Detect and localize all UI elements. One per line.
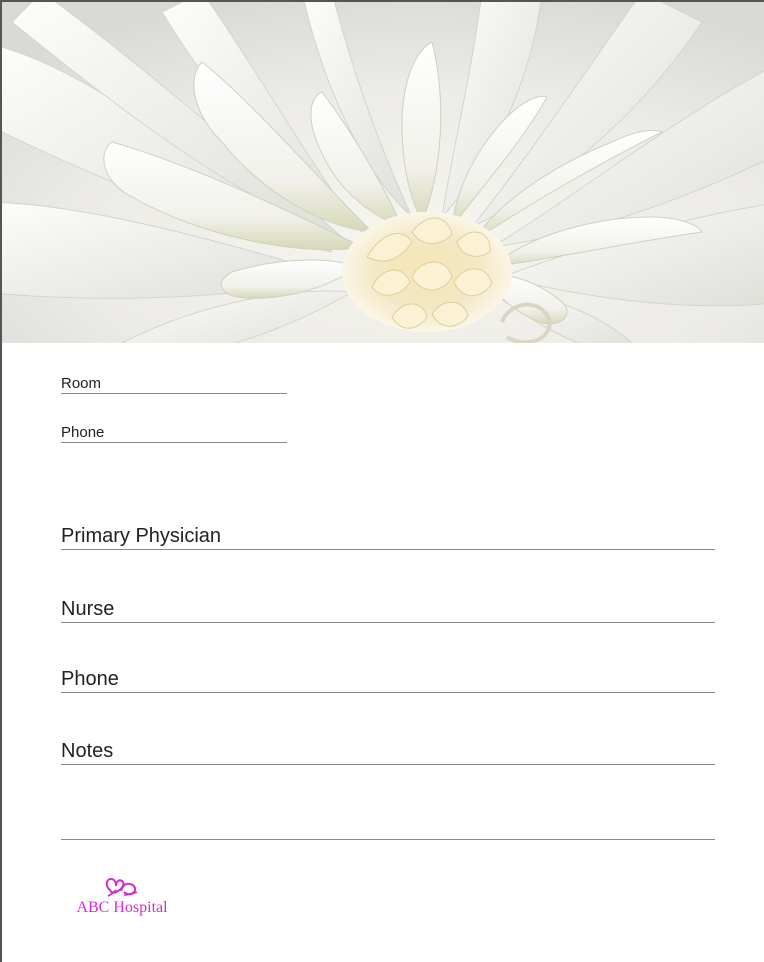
phone-label: Phone	[61, 668, 119, 690]
flower-header-image	[2, 2, 764, 343]
dahlia-flower-icon	[2, 2, 764, 343]
primary-physician-field[interactable]: Primary Physician	[61, 525, 715, 550]
phone-field[interactable]: Phone	[61, 668, 715, 693]
notes-blank-line[interactable]	[61, 839, 715, 840]
nurse-field[interactable]: Nurse	[61, 598, 715, 623]
room-phone-label: Phone	[61, 424, 105, 441]
nurse-label: Nurse	[61, 598, 115, 620]
room-phone-field[interactable]: Phone	[61, 424, 287, 443]
butterfly-heart-icon	[105, 877, 138, 897]
hospital-logo: ABC Hospital	[62, 876, 182, 917]
hospital-name: ABC Hospital	[76, 899, 168, 916]
room-field[interactable]: Room	[61, 375, 287, 394]
notes-field[interactable]: Notes	[61, 740, 715, 765]
document-page: Room Phone Primary Physician Nurse Phone…	[0, 0, 764, 962]
room-label: Room	[61, 375, 102, 392]
primary-physician-label: Primary Physician	[61, 525, 222, 547]
notes-label: Notes	[61, 740, 114, 762]
